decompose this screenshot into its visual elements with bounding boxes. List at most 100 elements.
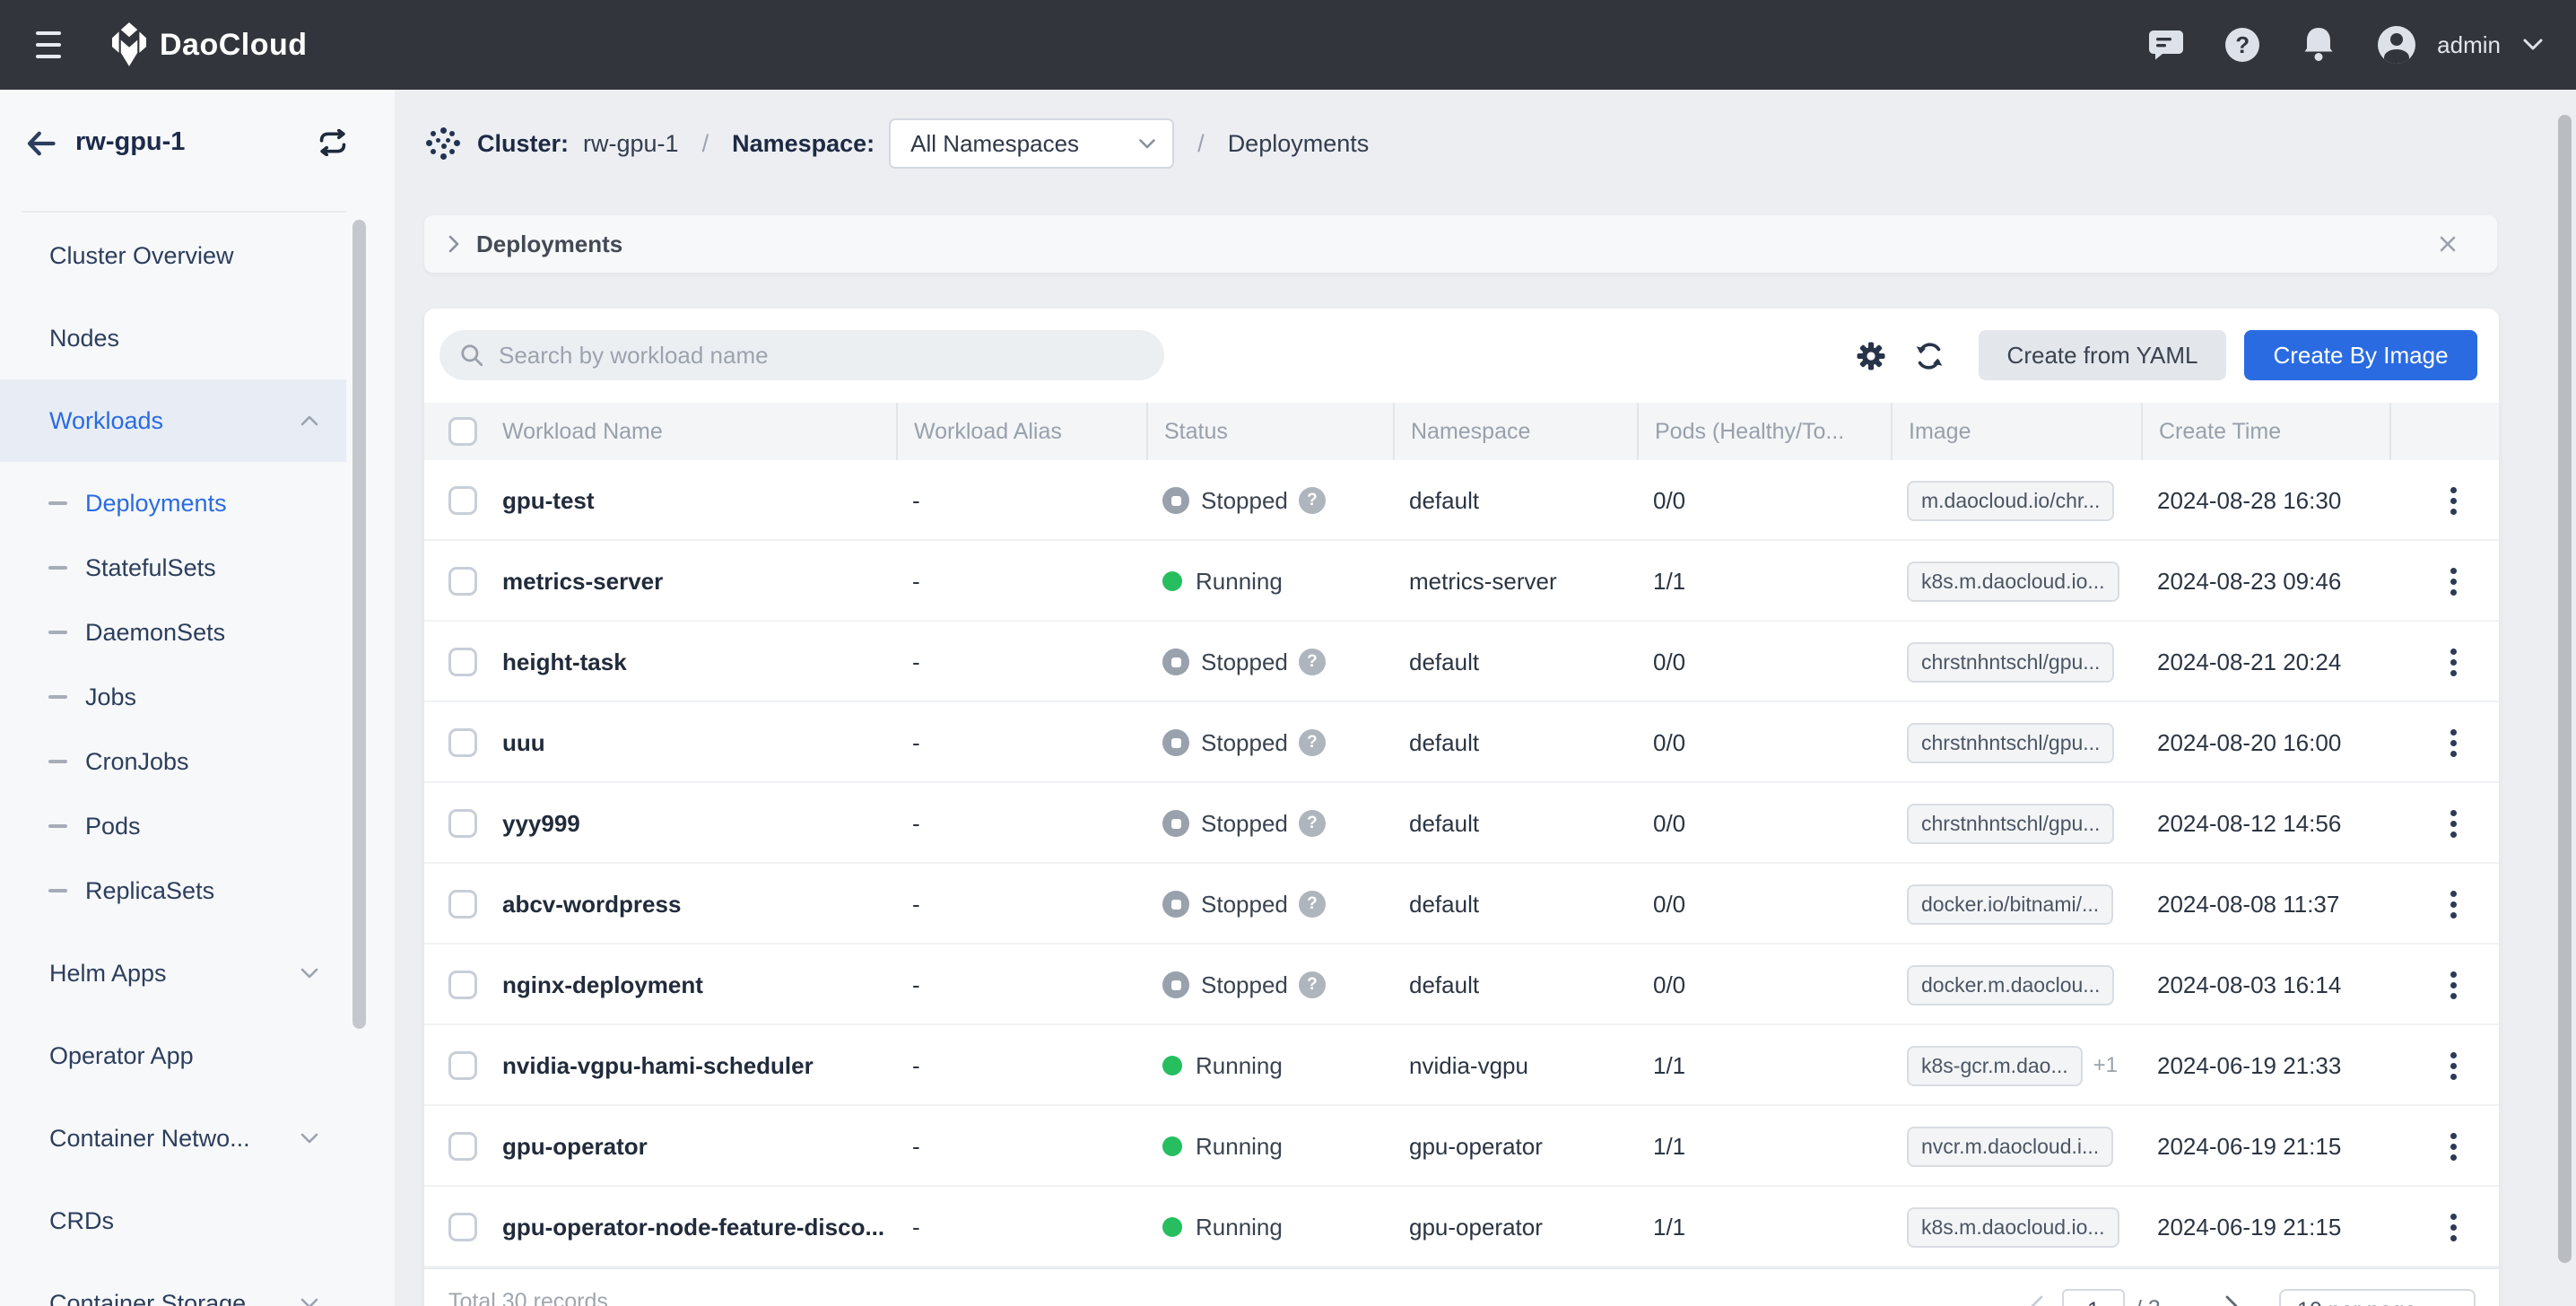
close-icon[interactable] — [2436, 232, 2459, 256]
status-help-icon[interactable]: ? — [1298, 810, 1326, 837]
create-time-cell: 2024-06-19 21:33 — [2157, 1051, 2342, 1079]
row-actions-kebab-icon[interactable] — [2445, 1208, 2462, 1247]
create-from-yaml-button[interactable]: Create from YAML — [1979, 330, 2226, 380]
sidebar-item-cluster-overview[interactable]: Cluster Overview — [0, 214, 346, 297]
page-tab-bar[interactable]: Deployments — [424, 215, 2497, 273]
row-actions-kebab-icon[interactable] — [2445, 1047, 2462, 1085]
sidebar-item-operator-app[interactable]: Operator App — [0, 1014, 346, 1097]
message-icon[interactable] — [2148, 27, 2184, 63]
namespace-cell: gpu-operator — [1409, 1213, 1543, 1241]
settings-gear-icon[interactable] — [1856, 341, 1886, 371]
chevron-right-icon[interactable] — [2224, 1294, 2240, 1306]
running-dot-icon — [1162, 1217, 1182, 1237]
table-footer: Total 30 records 1 / 3 10 per page — [424, 1267, 2499, 1306]
row-actions-kebab-icon[interactable] — [2445, 966, 2462, 1005]
user-menu[interactable]: admin — [2378, 26, 2544, 64]
workloads-card: Create from YAML Create By Image Workloa… — [424, 309, 2499, 1306]
status-help-icon[interactable]: ? — [1298, 729, 1326, 756]
sidebar-item-daemonsets[interactable]: DaemonSets — [0, 600, 346, 665]
breadcrumb-separator: / — [1197, 129, 1205, 157]
row-actions-kebab-icon[interactable] — [2445, 805, 2462, 843]
switch-cluster-icon[interactable] — [318, 129, 348, 156]
status-help-icon[interactable]: ? — [1298, 891, 1326, 918]
help-icon[interactable]: ? — [2225, 28, 2260, 62]
cluster-value: rw-gpu-1 — [583, 129, 679, 157]
status-cell: Stopped? — [1146, 460, 1393, 541]
create-time-cell: 2024-08-12 14:56 — [2157, 809, 2342, 837]
image-cell: chrstnhntschl/gpu... — [1891, 783, 2141, 864]
row-checkbox[interactable] — [448, 1132, 477, 1161]
breadcrumb: Cluster: rw-gpu-1 / Namespace: All Names… — [425, 117, 1369, 170]
page-input[interactable]: 1 — [2062, 1289, 2125, 1306]
row-checkbox[interactable] — [448, 648, 477, 676]
image-chip: docker.io/bitnami/... — [1907, 884, 2114, 925]
status-help-icon[interactable]: ? — [1298, 649, 1326, 675]
row-checkbox[interactable] — [448, 1051, 477, 1080]
image-chip: chrstnhntschl/gpu... — [1907, 803, 2115, 844]
workload-name-link[interactable]: gpu-operator — [502, 1106, 896, 1187]
row-actions-kebab-icon[interactable] — [2445, 643, 2462, 682]
row-actions-kebab-icon[interactable] — [2445, 482, 2462, 520]
namespace-select[interactable]: All Namespaces — [889, 118, 1175, 169]
status-cell: Stopped? — [1146, 622, 1393, 702]
bell-icon[interactable] — [2301, 25, 2337, 65]
chevron-down-icon — [300, 968, 318, 979]
workload-name-link[interactable]: uuu — [502, 702, 896, 783]
pods-cell: 0/0 — [1653, 648, 1686, 675]
row-actions-kebab-icon[interactable] — [2445, 1128, 2462, 1166]
refresh-icon[interactable] — [1914, 341, 1945, 371]
workload-name-link[interactable]: yyy999 — [502, 783, 896, 864]
sidebar-item-helm-apps[interactable]: Helm Apps — [0, 932, 346, 1014]
sidebar-scrollbar[interactable] — [352, 220, 366, 1029]
sidebar-item-deployments[interactable]: Deployments — [0, 471, 346, 535]
sidebar-item-nodes[interactable]: Nodes — [0, 297, 346, 379]
row-checkbox[interactable] — [448, 1213, 477, 1241]
status-help-icon[interactable]: ? — [1298, 971, 1326, 998]
table-header: Workload Name Workload Alias Status Name… — [424, 403, 2499, 460]
search-input[interactable] — [499, 341, 1118, 370]
workload-name-link[interactable]: gpu-operator-node-feature-disco... — [502, 1187, 896, 1267]
status-label: Running — [1196, 567, 1283, 595]
workload-alias: - — [912, 809, 920, 837]
menu-toggle-icon[interactable] — [30, 26, 66, 64]
chevron-left-icon[interactable] — [2029, 1294, 2045, 1306]
row-actions-kebab-icon[interactable] — [2445, 885, 2462, 924]
select-all-checkbox[interactable] — [448, 417, 477, 446]
sidebar-item-label: Pods — [85, 812, 141, 840]
sidebar-item-replicasets[interactable]: ReplicaSets — [0, 858, 346, 923]
row-checkbox[interactable] — [448, 486, 477, 515]
row-checkbox[interactable] — [448, 728, 477, 757]
create-time-cell: 2024-06-19 21:15 — [2157, 1213, 2342, 1241]
sidebar-item-pods[interactable]: Pods — [0, 794, 346, 858]
workload-name-link[interactable]: height-task — [502, 622, 896, 702]
workload-name-link[interactable]: gpu-test — [502, 460, 896, 541]
workload-name-link[interactable]: metrics-server — [502, 541, 896, 622]
row-checkbox[interactable] — [448, 567, 477, 596]
back-icon[interactable] — [25, 127, 57, 160]
row-checkbox[interactable] — [448, 971, 477, 999]
sidebar-item-container-netwo[interactable]: Container Netwo... — [0, 1097, 346, 1180]
sidebar-item-container-storage[interactable]: Container Storage — [0, 1262, 346, 1306]
create-by-image-button[interactable]: Create By Image — [2244, 330, 2477, 380]
sidebar-item-statefulsets[interactable]: StatefulSets — [0, 535, 346, 600]
image-cell: k8s-gcr.m.dao... +1 — [1891, 1025, 2141, 1106]
sidebar-item-label: Helm Apps — [49, 959, 167, 987]
status-help-icon[interactable]: ? — [1298, 487, 1326, 514]
workload-name-link[interactable]: nginx-deployment — [502, 945, 896, 1025]
image-extra-count: +1 — [2093, 1053, 2118, 1077]
row-actions-kebab-icon[interactable] — [2445, 724, 2462, 762]
sidebar-item-cronjobs[interactable]: CronJobs — [0, 729, 346, 794]
column-header-workload-alias: Workload Alias — [896, 403, 1146, 460]
workload-name-link[interactable]: abcv-wordpress — [502, 864, 896, 945]
create-time-cell: 2024-08-23 09:46 — [2157, 567, 2342, 595]
workload-name-link[interactable]: nvidia-vgpu-hami-scheduler — [502, 1025, 896, 1106]
row-checkbox[interactable] — [448, 890, 477, 919]
sidebar-item-workloads[interactable]: Workloads — [0, 379, 346, 462]
row-checkbox[interactable] — [448, 809, 477, 838]
column-header-status: Status — [1146, 403, 1393, 460]
page-size-select[interactable]: 10 per page — [2279, 1289, 2476, 1306]
row-actions-kebab-icon[interactable] — [2445, 562, 2462, 601]
sidebar-item-jobs[interactable]: Jobs — [0, 665, 346, 729]
page-scrollbar[interactable] — [2558, 115, 2572, 1263]
sidebar-item-crds[interactable]: CRDs — [0, 1180, 346, 1262]
